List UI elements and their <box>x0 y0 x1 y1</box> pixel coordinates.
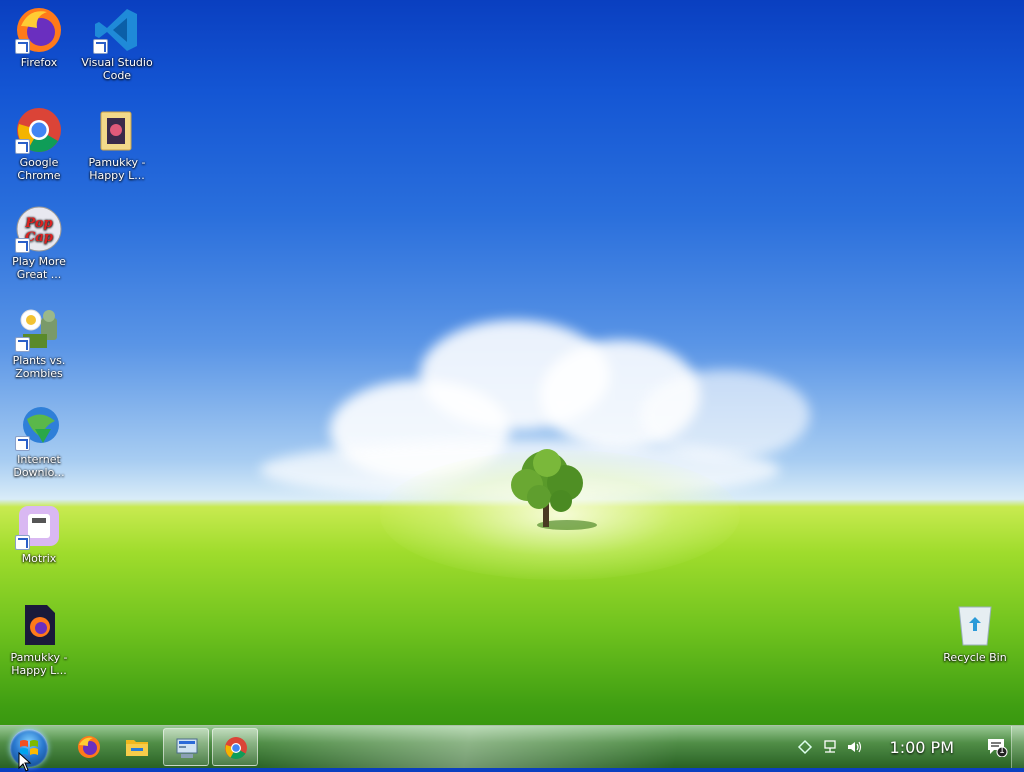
desktop-icon-pamukky-file[interactable]: Pamukky - Happy L... <box>0 601 78 677</box>
desktop-icon-pamukky-folder[interactable]: Pamukky - Happy L... <box>78 106 156 182</box>
desktop-icon-popcap[interactable]: Pop Cap Play More Great ... <box>0 205 78 281</box>
file-explorer-icon <box>126 740 148 756</box>
desktop-icon-label: Motrix <box>21 552 57 565</box>
volume-icon[interactable] <box>846 739 862 755</box>
desktop-icon-recycle-bin[interactable]: Recycle Bin <box>936 601 1014 664</box>
chrome-icon <box>225 737 247 759</box>
desktop-icon-google-chrome[interactable]: Google Chrome <box>0 106 78 182</box>
network-icon[interactable] <box>822 739 838 755</box>
internet-download-manager-icon <box>15 403 63 451</box>
folder-icon <box>93 106 141 154</box>
desktop-icon-label: Google Chrome <box>17 156 61 182</box>
mouse-cursor-icon <box>18 752 32 772</box>
popcap-logo-text: Pop <box>24 216 52 231</box>
control-panel-icon <box>176 738 198 758</box>
shortcut-arrow-icon <box>15 238 30 253</box>
shortcut-arrow-icon <box>15 337 30 352</box>
desktop-icon-label: Plants vs. Zombies <box>12 354 66 380</box>
motrix-icon <box>15 502 63 550</box>
shortcut-arrow-icon <box>15 436 30 451</box>
desktop-icon-label: Internet Downlo... <box>13 453 65 479</box>
show-hidden-icons-icon[interactable] <box>797 739 813 755</box>
firefox-document-icon <box>15 601 63 649</box>
taskbar-clock[interactable]: 1:00 PM <box>890 738 954 757</box>
desktop-icon-label: Pamukky - Happy L... <box>10 651 68 677</box>
recycle-bin-icon <box>951 601 999 649</box>
desktop-icon-vscode[interactable]: Visual Studio Code <box>78 6 156 82</box>
desktop-icon-label: Recycle Bin <box>943 651 1007 664</box>
desktop-icon-internet-download-manager[interactable]: Internet Downlo... <box>0 403 78 479</box>
shortcut-arrow-icon <box>15 139 30 154</box>
firefox-icon <box>15 6 63 54</box>
desktop-icon-firefox[interactable]: Firefox <box>0 6 78 69</box>
taskbar: 1:00 PM 1 <box>0 725 1024 768</box>
popcap-icon: Pop Cap <box>15 205 63 253</box>
desktop-icon-label: Pamukky - Happy L... <box>88 156 146 182</box>
desktop-icon-label: Firefox <box>20 56 58 69</box>
taskbar-sheen <box>260 726 780 768</box>
taskbar-button-file-explorer[interactable] <box>114 728 160 766</box>
action-center-button[interactable]: 1 <box>986 737 1008 758</box>
vscode-icon <box>93 6 141 54</box>
desktop-icon-label: Play More Great ... <box>12 255 66 281</box>
shortcut-arrow-icon <box>15 535 30 550</box>
taskbar-button-firefox[interactable] <box>66 728 112 766</box>
chrome-icon <box>15 106 63 154</box>
desktop-icon-motrix[interactable]: Motrix <box>0 502 78 565</box>
plants-vs-zombies-icon <box>15 304 63 352</box>
taskbar-button-control-panel[interactable] <box>163 728 209 766</box>
taskbar-button-chrome[interactable] <box>212 728 258 766</box>
firefox-icon <box>78 736 100 758</box>
desktop-icon-plants-vs-zombies[interactable]: Plants vs. Zombies <box>0 304 78 380</box>
notification-count-badge: 1 <box>999 746 1005 756</box>
shortcut-arrow-icon <box>93 39 108 54</box>
show-desktop-button[interactable] <box>1011 726 1024 768</box>
desktop-icon-label: Visual Studio Code <box>81 56 153 82</box>
wallpaper-tree <box>511 449 597 530</box>
shortcut-arrow-icon <box>15 39 30 54</box>
